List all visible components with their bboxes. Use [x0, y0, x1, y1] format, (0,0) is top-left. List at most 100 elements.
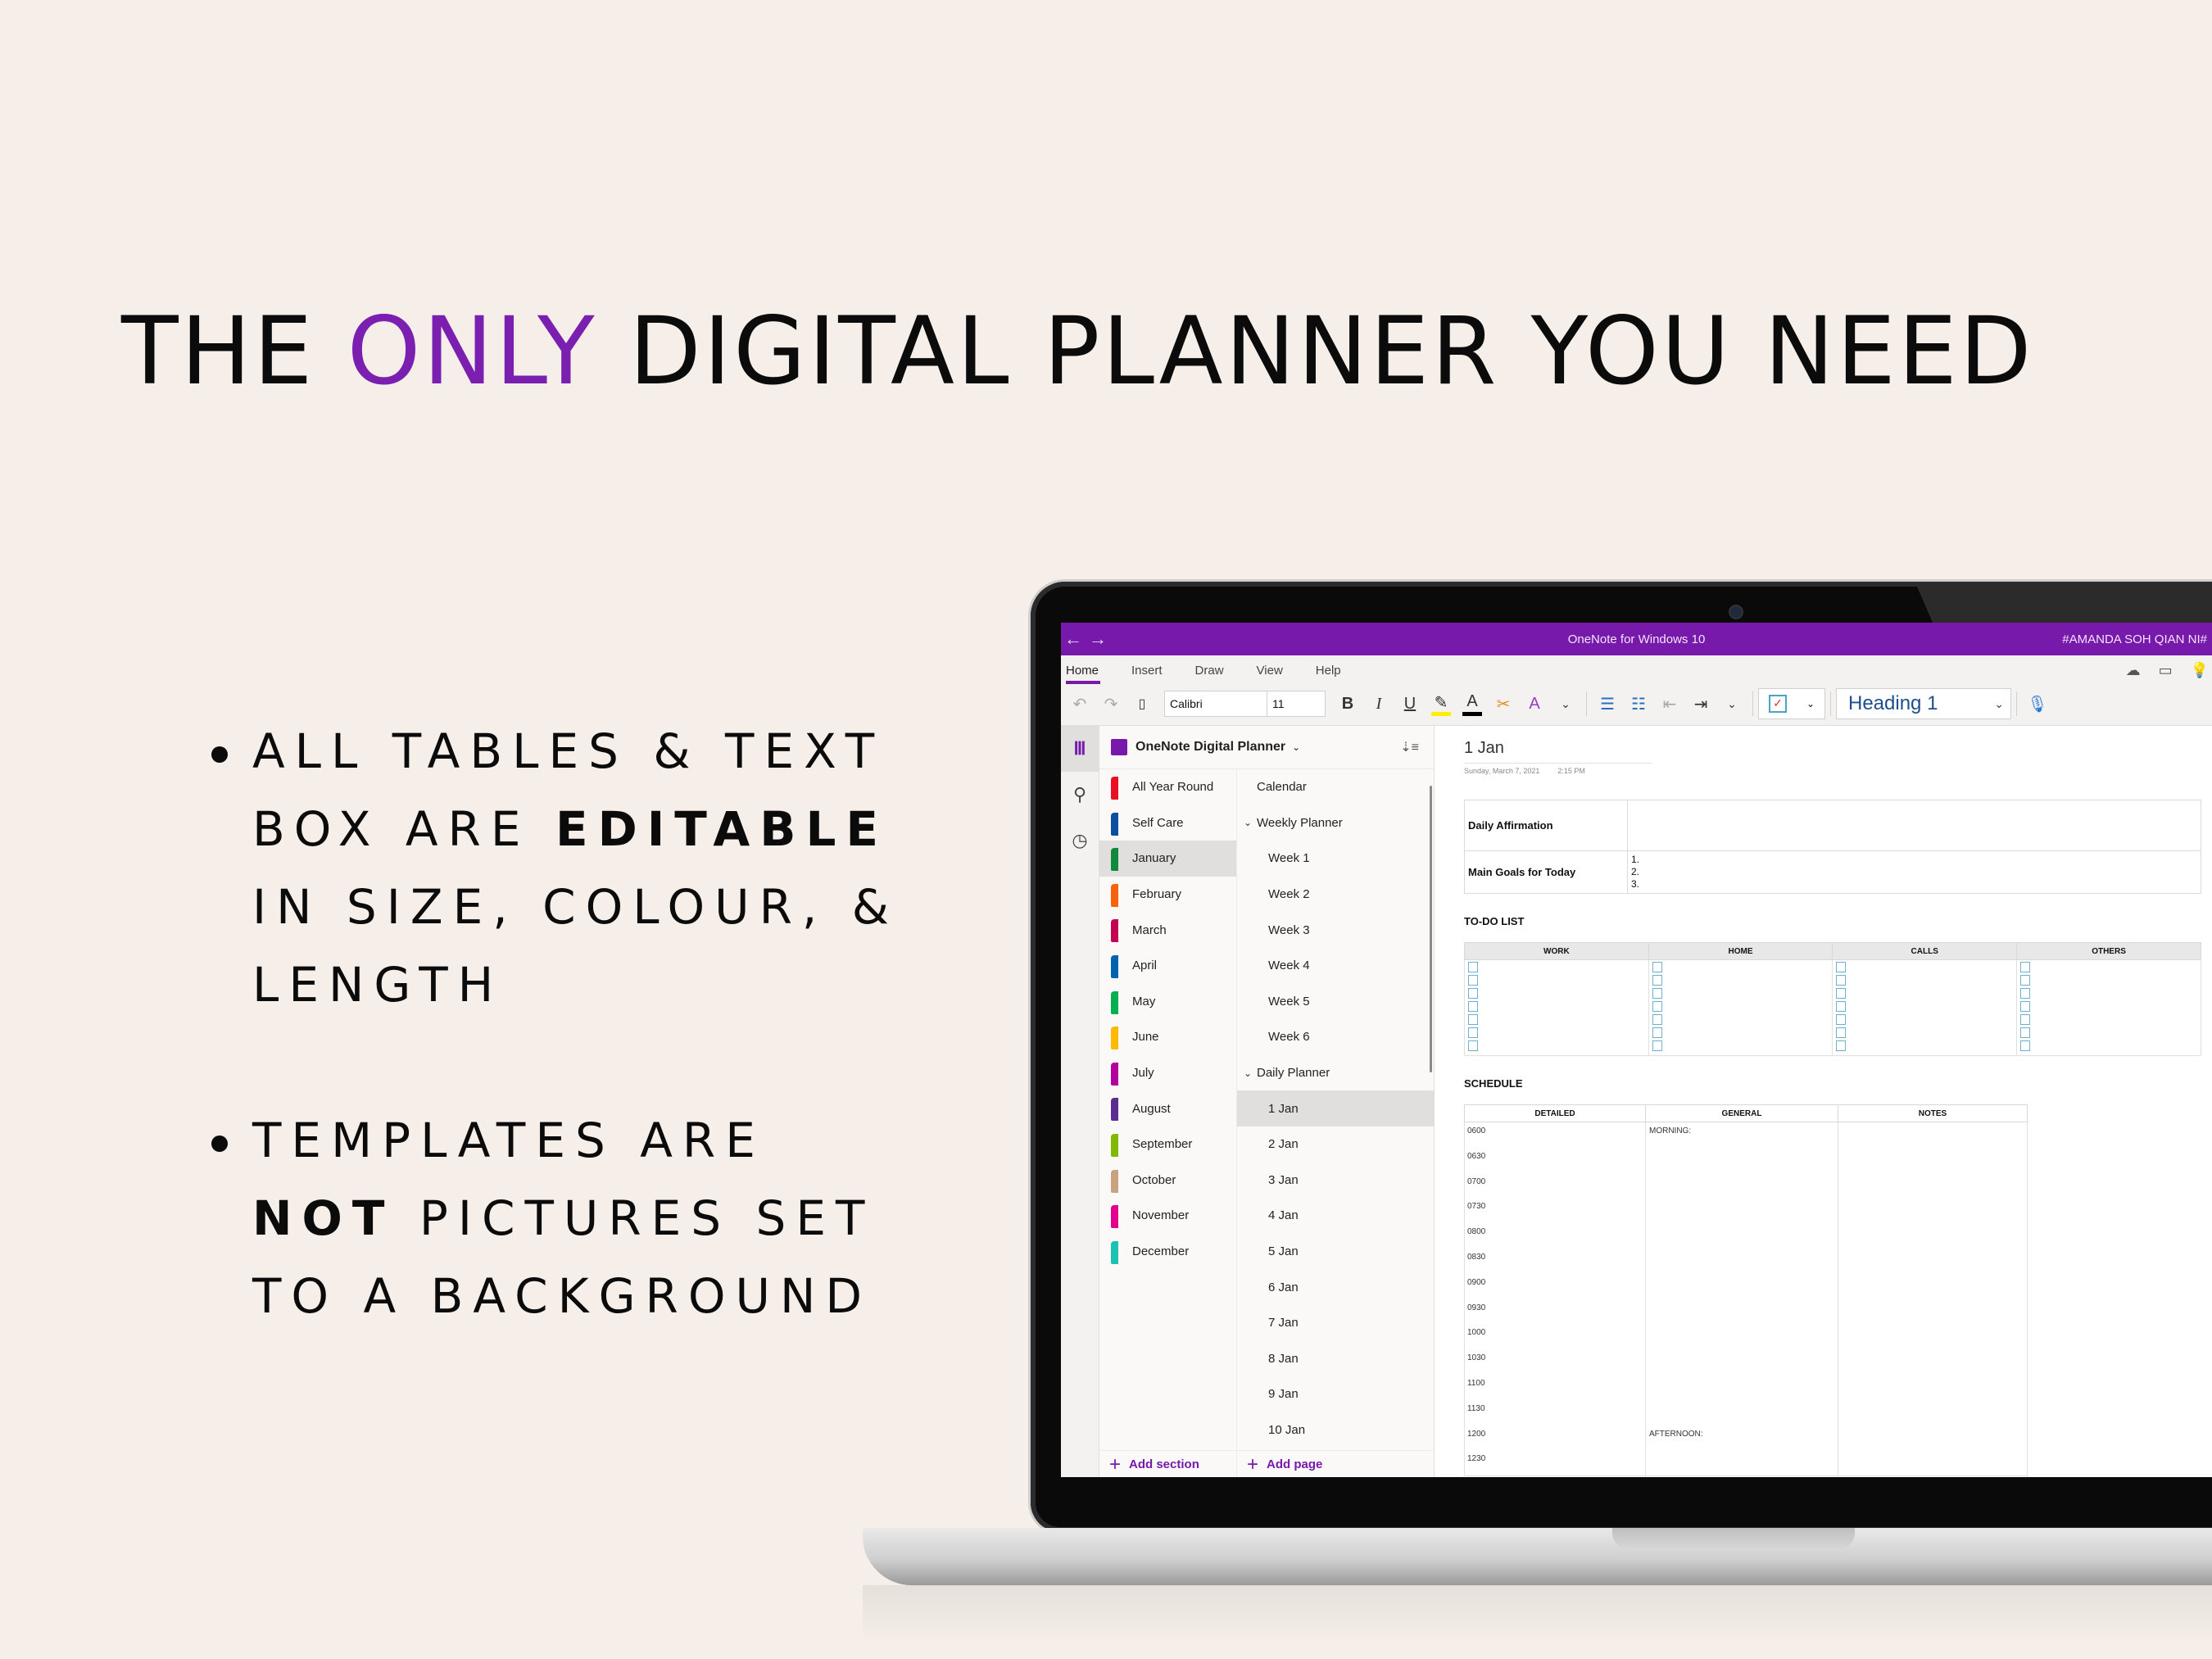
- schedule-general-entry[interactable]: AFTERNOON:: [1646, 1426, 1838, 1451]
- chevron-down-icon[interactable]: ⌄: [1244, 1067, 1257, 1079]
- todo-checkbox[interactable]: [1468, 1001, 1478, 1012]
- todo-checkbox[interactable]: [1652, 1040, 1662, 1051]
- lightbulb-icon[interactable]: 💡: [2191, 662, 2209, 679]
- todo-cell[interactable]: [2016, 959, 2201, 1056]
- page-item[interactable]: 1 Jan: [1237, 1090, 1434, 1126]
- todo-checkbox[interactable]: [1652, 1014, 1662, 1025]
- redo-icon[interactable]: ↷: [1095, 694, 1126, 714]
- style-dropdown[interactable]: Heading 1 ⌄: [1836, 688, 2011, 719]
- schedule-detailed-cell[interactable]: 0600 0630 0700 0730 0800 0830 0900 0930 1000 1030…: [1464, 1121, 1646, 1477]
- more-format-chevron-icon[interactable]: ⌄: [1550, 697, 1581, 711]
- spelling-icon[interactable]: A: [1519, 695, 1550, 714]
- notebook-selector[interactable]: OneNote Digital Planner ⌄ ⇣≡: [1099, 726, 1434, 769]
- page-item[interactable]: Week 1: [1237, 841, 1434, 877]
- todo-cell[interactable]: [1648, 959, 1834, 1056]
- page-item[interactable]: 3 Jan: [1237, 1163, 1434, 1199]
- notebooks-icon[interactable]: Ⅲ: [1061, 726, 1099, 772]
- page-item[interactable]: 5 Jan: [1237, 1234, 1434, 1270]
- todo-checkbox[interactable]: [1836, 962, 1847, 972]
- outdent-icon[interactable]: ⇤: [1654, 694, 1685, 714]
- todo-checkbox[interactable]: [1652, 962, 1662, 972]
- section-item[interactable]: February: [1099, 877, 1236, 913]
- schedule-general-cell[interactable]: MORNING: AFTERNOON:: [1645, 1121, 1838, 1477]
- schedule-general-entry[interactable]: [1646, 1299, 1838, 1325]
- page-item[interactable]: Week 3: [1237, 912, 1434, 948]
- section-item[interactable]: March: [1099, 912, 1236, 948]
- goals-cell[interactable]: 1. 2. 3.: [1627, 850, 2201, 894]
- undo-icon[interactable]: ↶: [1064, 694, 1095, 714]
- section-item[interactable]: July: [1099, 1055, 1236, 1091]
- schedule-general-entry[interactable]: [1646, 1400, 1838, 1426]
- todo-checkbox[interactable]: [2020, 1001, 2031, 1012]
- todo-checkbox[interactable]: [1836, 1027, 1847, 1038]
- todo-checkbox[interactable]: [2020, 988, 2031, 999]
- section-item[interactable]: October: [1099, 1163, 1236, 1199]
- page-item[interactable]: ⌄ Daily Planner: [1237, 1055, 1434, 1091]
- todo-checkbox[interactable]: [2020, 1014, 2031, 1025]
- todo-checkbox[interactable]: [2020, 975, 2031, 986]
- schedule-table[interactable]: DETAILED GENERAL NOTES 0600 0630 0700 0730 0…: [1464, 1104, 2028, 1477]
- page-item[interactable]: ⌄ Weekly Planner: [1237, 805, 1434, 841]
- todo-checkbox[interactable]: [1836, 988, 1847, 999]
- add-page-button[interactable]: + Add page: [1237, 1450, 1434, 1477]
- page-item[interactable]: Week 5: [1237, 984, 1434, 1020]
- font-size-input[interactable]: 11: [1267, 697, 1325, 710]
- bold-button[interactable]: B: [1332, 695, 1363, 714]
- sort-icon[interactable]: ⇣≡: [1400, 739, 1419, 755]
- clear-formatting-icon[interactable]: ✂: [1488, 694, 1519, 714]
- section-item[interactable]: Self Care: [1099, 805, 1236, 841]
- goal-item[interactable]: 2.: [1631, 866, 2197, 878]
- schedule-general-entry[interactable]: [1646, 1198, 1838, 1223]
- user-name[interactable]: #AMANDA SOH QIAN NI#: [2062, 632, 2207, 646]
- affirmation-cell[interactable]: [1627, 800, 2201, 851]
- section-item[interactable]: December: [1099, 1234, 1236, 1270]
- todo-checkbox[interactable]: [2020, 962, 2031, 972]
- section-item[interactable]: April: [1099, 948, 1236, 984]
- tab-draw[interactable]: Draw: [1195, 664, 1224, 682]
- todo-checkbox[interactable]: [1468, 1027, 1478, 1038]
- schedule-general-entry[interactable]: [1646, 1249, 1838, 1274]
- bullets-icon[interactable]: ☰: [1592, 694, 1623, 714]
- schedule-general-entry[interactable]: [1646, 1223, 1838, 1249]
- page-item[interactable]: 6 Jan: [1237, 1269, 1434, 1305]
- todo-table[interactable]: WORK HOME CALLS OTHERS: [1464, 942, 2201, 1056]
- schedule-general-entry[interactable]: [1646, 1375, 1838, 1400]
- tab-insert[interactable]: Insert: [1131, 664, 1163, 682]
- page-item[interactable]: Calendar: [1237, 769, 1434, 805]
- todo-checkbox[interactable]: [1836, 1001, 1847, 1012]
- tab-view[interactable]: View: [1257, 664, 1283, 682]
- section-item[interactable]: All Year Round: [1099, 769, 1236, 805]
- chevron-down-icon[interactable]: ⌄: [1244, 817, 1257, 828]
- font-name-input[interactable]: Calibri: [1165, 691, 1267, 716]
- sticky-notes-icon[interactable]: ▭: [2159, 662, 2173, 679]
- todo-checkbox[interactable]: [1652, 1027, 1662, 1038]
- todo-checkbox[interactable]: [1468, 962, 1478, 972]
- page-item[interactable]: 8 Jan: [1237, 1341, 1434, 1377]
- section-item[interactable]: September: [1099, 1126, 1236, 1163]
- schedule-general-entry[interactable]: [1646, 1274, 1838, 1299]
- schedule-general-entry[interactable]: [1646, 1324, 1838, 1349]
- underline-button[interactable]: U: [1394, 695, 1426, 714]
- todo-checkbox[interactable]: [2020, 1040, 2031, 1051]
- todo-checkbox[interactable]: [1468, 988, 1478, 999]
- affirmation-table[interactable]: Daily Affirmation Main Goals for Today 1…: [1464, 800, 2201, 894]
- todo-cell[interactable]: [1464, 959, 1649, 1056]
- italic-button[interactable]: I: [1363, 695, 1394, 714]
- schedule-general-entry[interactable]: [1646, 1349, 1838, 1375]
- section-item[interactable]: November: [1099, 1198, 1236, 1234]
- dictate-mic-icon[interactable]: 🎙: [2022, 694, 2053, 714]
- todo-checkbox[interactable]: [1468, 1014, 1478, 1025]
- page-item[interactable]: 10 Jan: [1237, 1412, 1434, 1448]
- todo-checkbox[interactable]: [1652, 1001, 1662, 1012]
- schedule-notes-cell[interactable]: [1838, 1121, 2028, 1477]
- more-paragraph-chevron-icon[interactable]: ⌄: [1716, 697, 1747, 711]
- sync-status-icon[interactable]: ☁: [2126, 662, 2141, 679]
- page-item[interactable]: Week 4: [1237, 948, 1434, 984]
- recent-clock-icon[interactable]: ◷: [1061, 818, 1099, 863]
- goal-item[interactable]: 1.: [1631, 854, 2197, 866]
- page-title[interactable]: 1 Jan: [1464, 739, 1652, 764]
- todo-checkbox[interactable]: [1836, 1040, 1847, 1051]
- schedule-general-entry[interactable]: [1646, 1173, 1838, 1199]
- font-color-icon[interactable]: A: [1462, 692, 1482, 716]
- goal-item[interactable]: 3.: [1631, 878, 2197, 891]
